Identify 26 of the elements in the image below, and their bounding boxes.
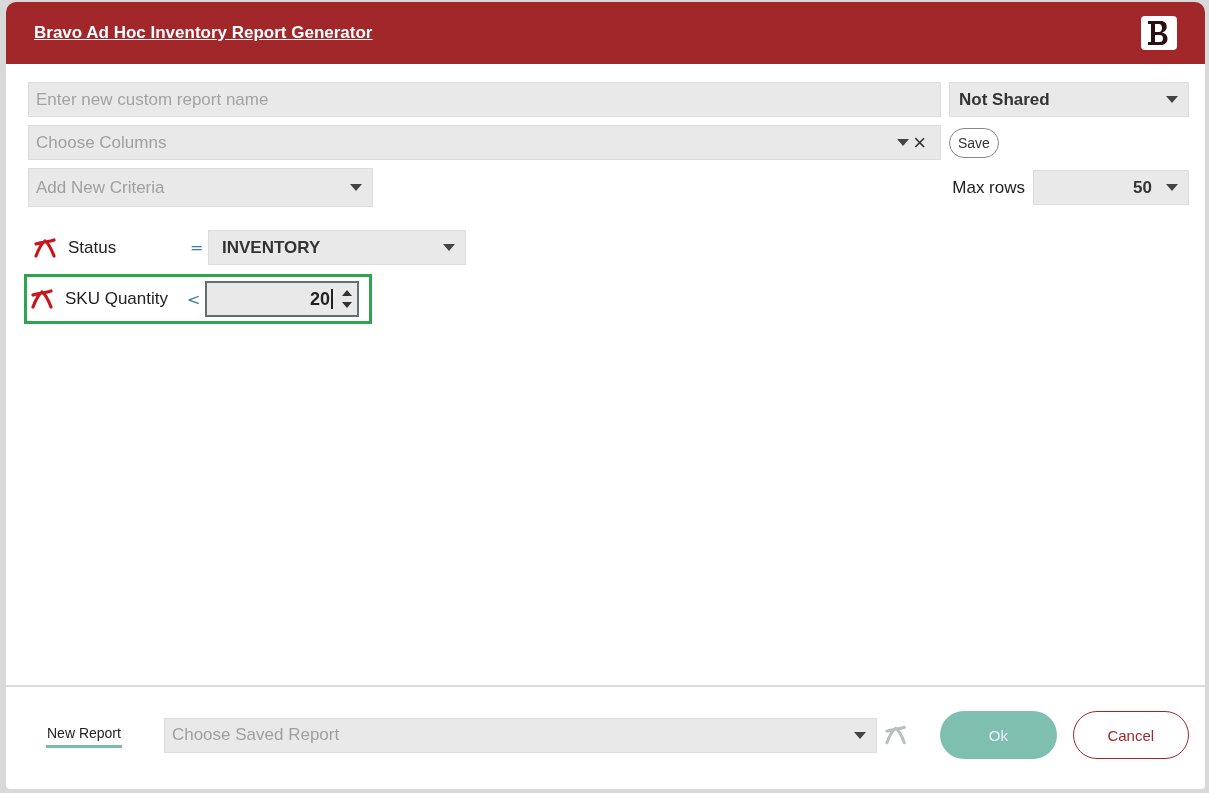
clear-button[interactable]: × <box>913 129 926 156</box>
operator-label: < <box>187 289 202 309</box>
logo-icon <box>1141 16 1177 50</box>
cancel-button[interactable]: Cancel <box>1072 711 1189 759</box>
remove-icon[interactable] <box>31 289 53 309</box>
save-button[interactable]: Save <box>949 127 999 158</box>
caret-icon <box>897 139 910 146</box>
criteria-label: SKU Quantity <box>65 289 169 309</box>
caret-icon <box>350 184 362 191</box>
quantity-input[interactable]: 20 <box>205 281 359 317</box>
sharing-dropdown[interactable]: Not Shared <box>949 82 1189 117</box>
max-rows-label: Max rows <box>952 177 1025 198</box>
report-name-field[interactable]: Enter new custom report name <box>28 82 941 117</box>
criteria-label: Status <box>68 237 118 258</box>
remove-icon[interactable] <box>34 237 56 258</box>
spinner-icon[interactable] <box>341 288 353 310</box>
max-rows-dropdown[interactable]: 50 <box>1033 170 1189 205</box>
columns-dropdown[interactable]: Choose Columns × <box>28 125 941 160</box>
operator-label: = <box>190 238 205 257</box>
caret-icon <box>443 244 455 251</box>
value-dropdown[interactable]: INVENTORY <box>208 230 466 265</box>
new-report-tab[interactable]: New Report <box>46 722 122 748</box>
caret-icon <box>1166 184 1178 191</box>
caret-icon <box>1166 96 1178 103</box>
window-title: Bravo Ad Hoc Inventory Report Generator <box>34 23 373 43</box>
caret-icon <box>853 731 866 739</box>
